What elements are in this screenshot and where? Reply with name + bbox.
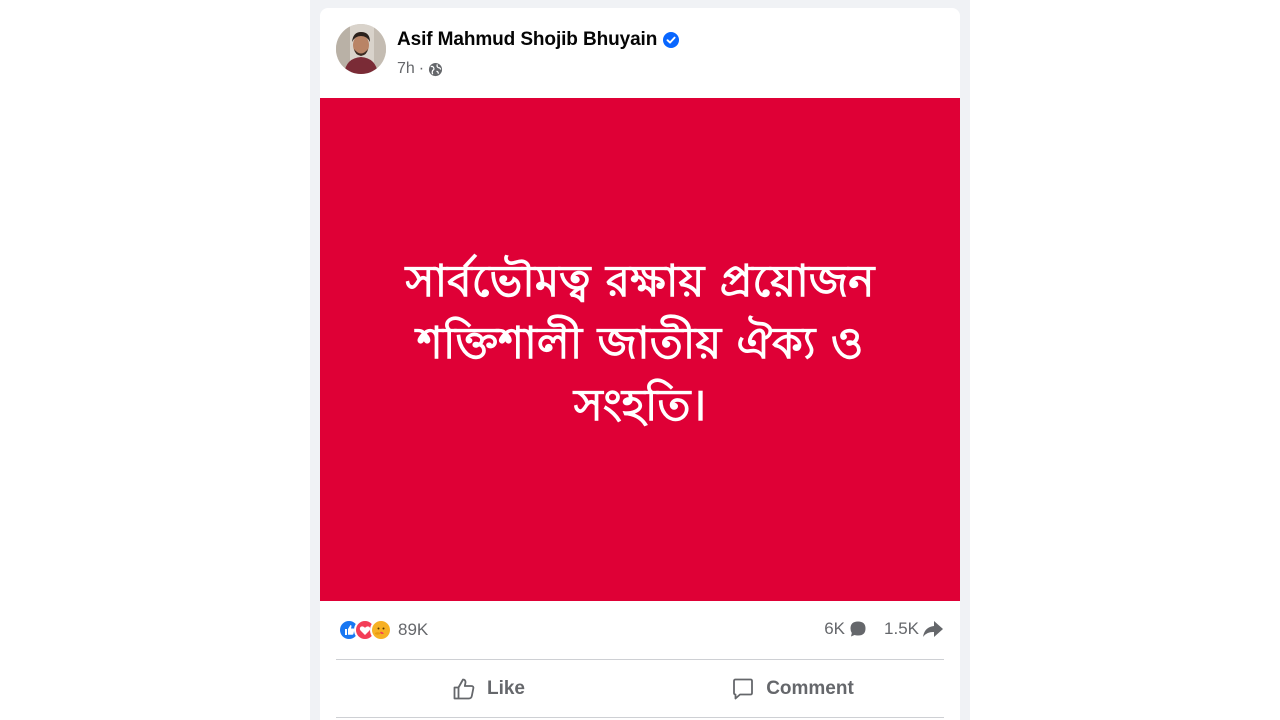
author-row: Asif Mahmud Shojib Bhuyain <box>397 28 680 52</box>
post-stats: 89K 6K 1.5K <box>320 601 960 659</box>
verified-badge-icon <box>663 32 680 48</box>
reactions-count: 89K <box>398 620 429 639</box>
globe-icon[interactable] <box>428 62 443 77</box>
author-avatar[interactable] <box>336 24 386 74</box>
post-meta: 7h · <box>397 60 443 78</box>
post-card: Asif Mahmud Shojib Bhuyain 7h · সার্বভৌম… <box>320 8 960 720</box>
care-reaction-icon <box>370 619 392 641</box>
post-image[interactable]: সার্বভৌমত্ব রক্ষায় প্রয়োজন শক্তিশালী জ… <box>320 98 960 601</box>
like-button[interactable]: Like <box>336 660 640 718</box>
comment-icon <box>733 678 754 700</box>
comments-stat[interactable]: 6K <box>824 619 868 639</box>
author-name[interactable]: Asif Mahmud Shojib Bhuyain <box>397 29 657 51</box>
post-image-text: সার্বভৌমত্ব রক্ষায় প্রয়োজন শক্তিশালী জ… <box>405 255 875 431</box>
comment-button[interactable]: Comment <box>640 660 944 718</box>
actions-divider <box>336 717 944 718</box>
reactions-summary[interactable]: 89K <box>338 619 428 641</box>
comment-count-icon <box>850 621 866 637</box>
post-actions: Like Comment <box>336 660 944 718</box>
like-icon <box>453 678 475 700</box>
engagement-stats: 6K 1.5K <box>808 619 944 639</box>
like-label: Like <box>486 678 526 699</box>
meta-separator: · <box>418 60 425 77</box>
shares-count: 1.5K <box>884 619 919 638</box>
share-count-icon <box>923 621 943 637</box>
shares-stat[interactable]: 1.5K <box>884 619 944 639</box>
post-time[interactable]: 7h <box>397 60 415 78</box>
comment-label: Comment <box>766 678 854 699</box>
comments-count: 6K <box>824 619 846 638</box>
post-header: Asif Mahmud Shojib Bhuyain 7h · <box>320 8 960 98</box>
